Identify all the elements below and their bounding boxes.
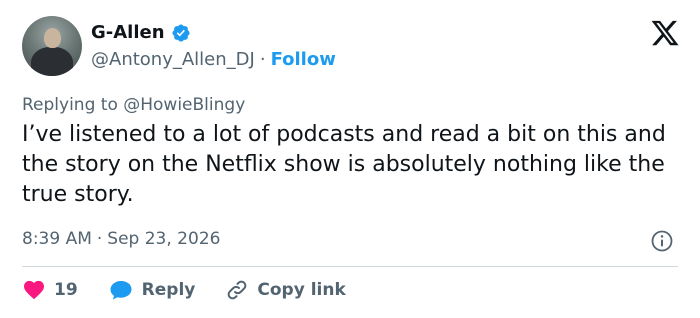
- reply-label: Reply: [141, 280, 196, 300]
- meta-separator: ·: [96, 229, 103, 249]
- info-icon[interactable]: [650, 229, 674, 253]
- replying-to-mention[interactable]: @HowieBlingy: [123, 95, 245, 115]
- copy-link-label: Copy link: [257, 280, 346, 300]
- display-name[interactable]: G-Allen: [91, 22, 165, 44]
- avatar-body-shape: [31, 47, 73, 76]
- divider: [22, 266, 678, 267]
- heart-icon: [24, 280, 44, 300]
- tweet-meta: 8:39 AM · Sep 23, 2026: [22, 228, 220, 250]
- handle-row: @Antony_Allen_DJ · Follow: [91, 49, 336, 71]
- replying-to-prefix: Replying to: [22, 95, 124, 115]
- tweet-text: I’ve listened to a lot of podcasts and r…: [22, 122, 666, 207]
- user-handle[interactable]: @Antony_Allen_DJ: [91, 49, 255, 71]
- copy-link-button[interactable]: Copy link: [225, 278, 346, 302]
- verified-badge-icon: [172, 24, 190, 42]
- action-bar: 19 Reply Copy link: [22, 278, 376, 302]
- reply-bubble-icon: [110, 281, 132, 300]
- tweet-time[interactable]: 8:39 AM: [22, 228, 92, 250]
- x-logo-icon[interactable]: [650, 18, 680, 48]
- avatar-head-shape: [44, 28, 61, 48]
- handle-separator: ·: [259, 49, 266, 70]
- like-count: 19: [54, 280, 78, 300]
- replying-to-line: Replying to @HowieBlingy: [22, 94, 245, 116]
- reply-button[interactable]: Reply: [108, 278, 196, 302]
- like-button[interactable]: 19: [22, 278, 78, 302]
- link-icon: [228, 280, 247, 300]
- avatar[interactable]: [22, 16, 82, 76]
- name-row: G-Allen: [91, 22, 191, 44]
- tweet-date[interactable]: Sep 23, 2026: [107, 228, 220, 250]
- follow-button[interactable]: Follow: [271, 49, 336, 71]
